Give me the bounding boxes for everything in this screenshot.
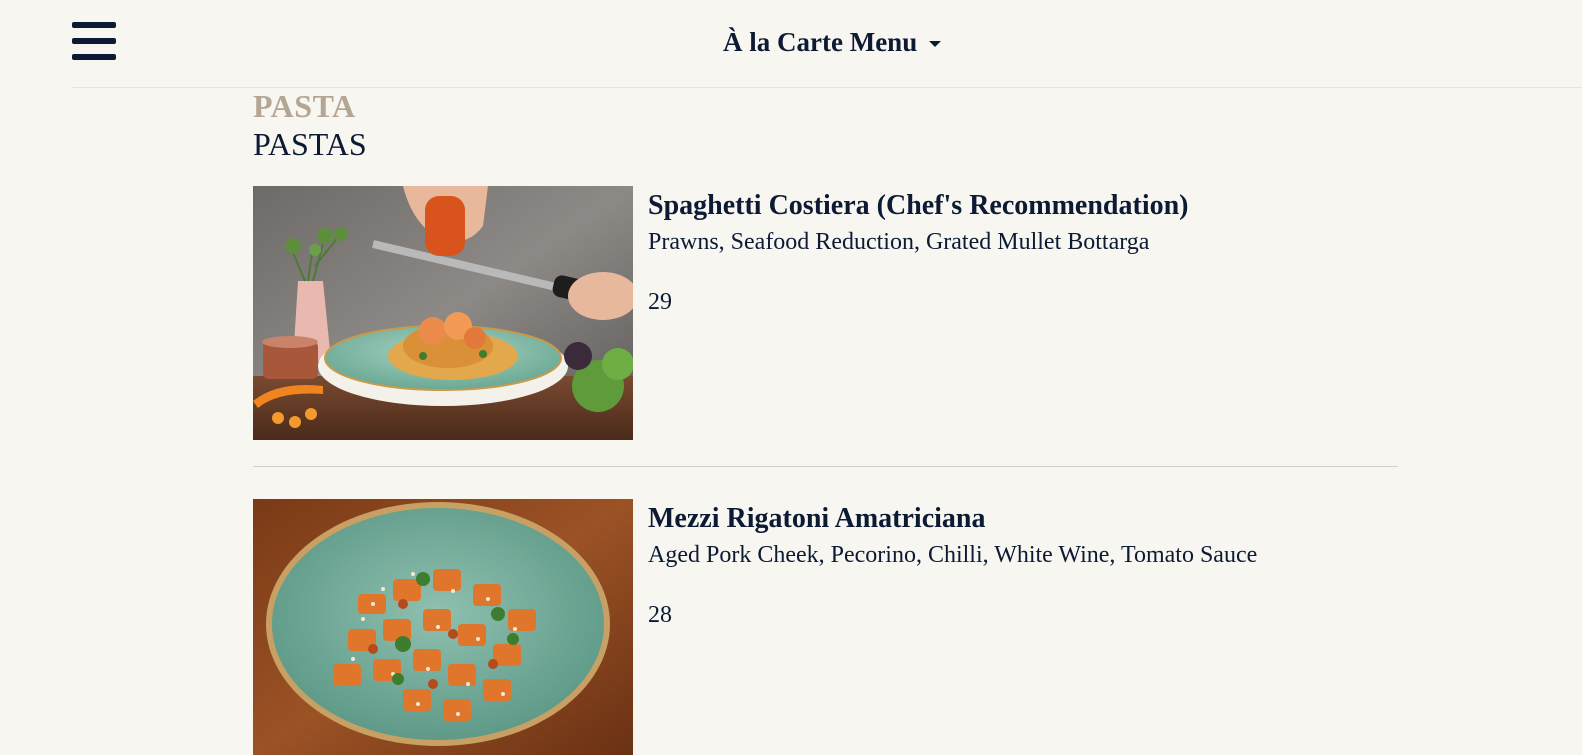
hamburger-menu-icon[interactable] (72, 22, 116, 60)
menu-item[interactable]: Spaghetti Costiera (Chef's Recommendatio… (253, 186, 1398, 442)
spaghetti-with-prawns-photo (253, 186, 633, 440)
section-title: PASTA (253, 88, 356, 124)
menu-item-name: Mezzi Rigatoni Amatriciana (648, 503, 986, 534)
header-bar: À la Carte Menu (72, 0, 1582, 88)
menu-item-name: Spaghetti Costiera (Chef's Recommendatio… (648, 190, 1189, 221)
menu-item-description: Prawns, Seafood Reduction, Grated Mullet… (648, 229, 1150, 255)
menu-item[interactable]: Mezzi Rigatoni Amatriciana Aged Pork Che… (253, 499, 1398, 755)
menu-item-description: Aged Pork Cheek, Pecorino, Chilli, White… (648, 542, 1258, 568)
menu-item-info: Spaghetti Costiera (Chef's Recommendatio… (648, 186, 1298, 317)
hamburger-line (72, 22, 116, 28)
hamburger-line (72, 54, 116, 60)
menu-item-info: Mezzi Rigatoni Amatriciana Aged Pork Che… (648, 499, 1298, 630)
menu-selector-dropdown[interactable]: À la Carte Menu (723, 22, 942, 62)
rigatoni-amatriciana-photo (253, 499, 633, 755)
item-divider (253, 466, 1398, 467)
menu-item-price: 28 (648, 602, 672, 628)
menu-item-price: 29 (648, 289, 672, 315)
hamburger-line (72, 38, 116, 44)
caret-down-icon (929, 40, 942, 47)
section-subtitle: PASTAS (253, 126, 367, 162)
menu-selector-label: À la Carte Menu (723, 26, 918, 57)
